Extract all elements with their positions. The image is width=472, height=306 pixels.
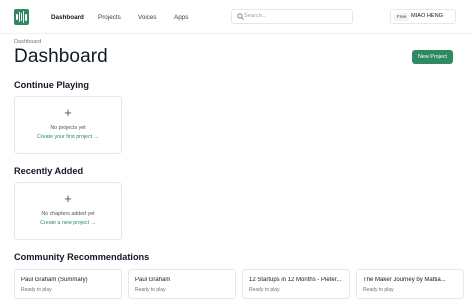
recommendation-status: Ready to play (135, 287, 166, 293)
section-title-community-recommendations: Community Recommendations (14, 252, 150, 262)
recommendation-title: 12 Startups in 12 Months - Pieter... (249, 277, 342, 283)
search-placeholder: Search... (244, 13, 267, 19)
search-input[interactable]: Search... (231, 9, 353, 24)
create-new-project-link[interactable]: Create a new project → (15, 220, 121, 226)
continue-playing-empty-card[interactable]: + No projects yet Create your first proj… (14, 96, 122, 154)
recommendation-card[interactable]: Paul Graham (Summary) Ready to play (14, 269, 122, 299)
recommendation-status: Ready to play (363, 287, 394, 293)
audio-waveform-icon[interactable] (14, 9, 29, 25)
new-project-button[interactable]: New Project (412, 50, 453, 64)
plus-icon: + (64, 191, 72, 206)
recommendation-status: Ready to play (21, 287, 52, 293)
recommendation-card[interactable]: The Maker Journey by Mattia... Ready to … (356, 269, 464, 299)
recommendation-card[interactable]: Paul Graham Ready to play (128, 269, 236, 299)
recently-added-empty-card[interactable]: + No chapters added yet Create a new pro… (14, 182, 122, 240)
recommendation-status: Ready to play (249, 287, 280, 293)
breadcrumb[interactable]: Dashboard (14, 39, 41, 45)
empty-message: No chapters added yet (41, 211, 95, 217)
user-menu[interactable]: Free MIAO HENG (390, 9, 456, 24)
top-navigation-bar: Dashboard Projects Voices Apps Search...… (0, 0, 472, 34)
create-first-project-link[interactable]: Create your first project → (15, 134, 121, 140)
recommendation-title: Paul Graham (Summary) (21, 277, 88, 283)
user-name: MIAO HENG (411, 13, 444, 19)
nav-item-voices[interactable]: Voices (138, 12, 157, 23)
recommendation-title: Paul Graham (135, 277, 171, 283)
page-title: Dashboard (14, 46, 108, 67)
nav-item-projects[interactable]: Projects (98, 12, 121, 23)
empty-message: No projects yet (50, 125, 86, 131)
recommendation-card[interactable]: 12 Startups in 12 Months - Pieter... Rea… (242, 269, 350, 299)
recommendation-title: The Maker Journey by Mattia... (363, 277, 446, 283)
section-title-recently-added: Recently Added (14, 166, 84, 176)
plus-icon: + (64, 105, 72, 120)
nav-item-dashboard[interactable]: Dashboard (51, 12, 84, 23)
nav-item-apps[interactable]: Apps (174, 12, 188, 23)
plan-badge: Free (394, 13, 410, 21)
section-title-continue-playing: Continue Playing (14, 80, 90, 90)
search-icon (237, 13, 244, 20)
